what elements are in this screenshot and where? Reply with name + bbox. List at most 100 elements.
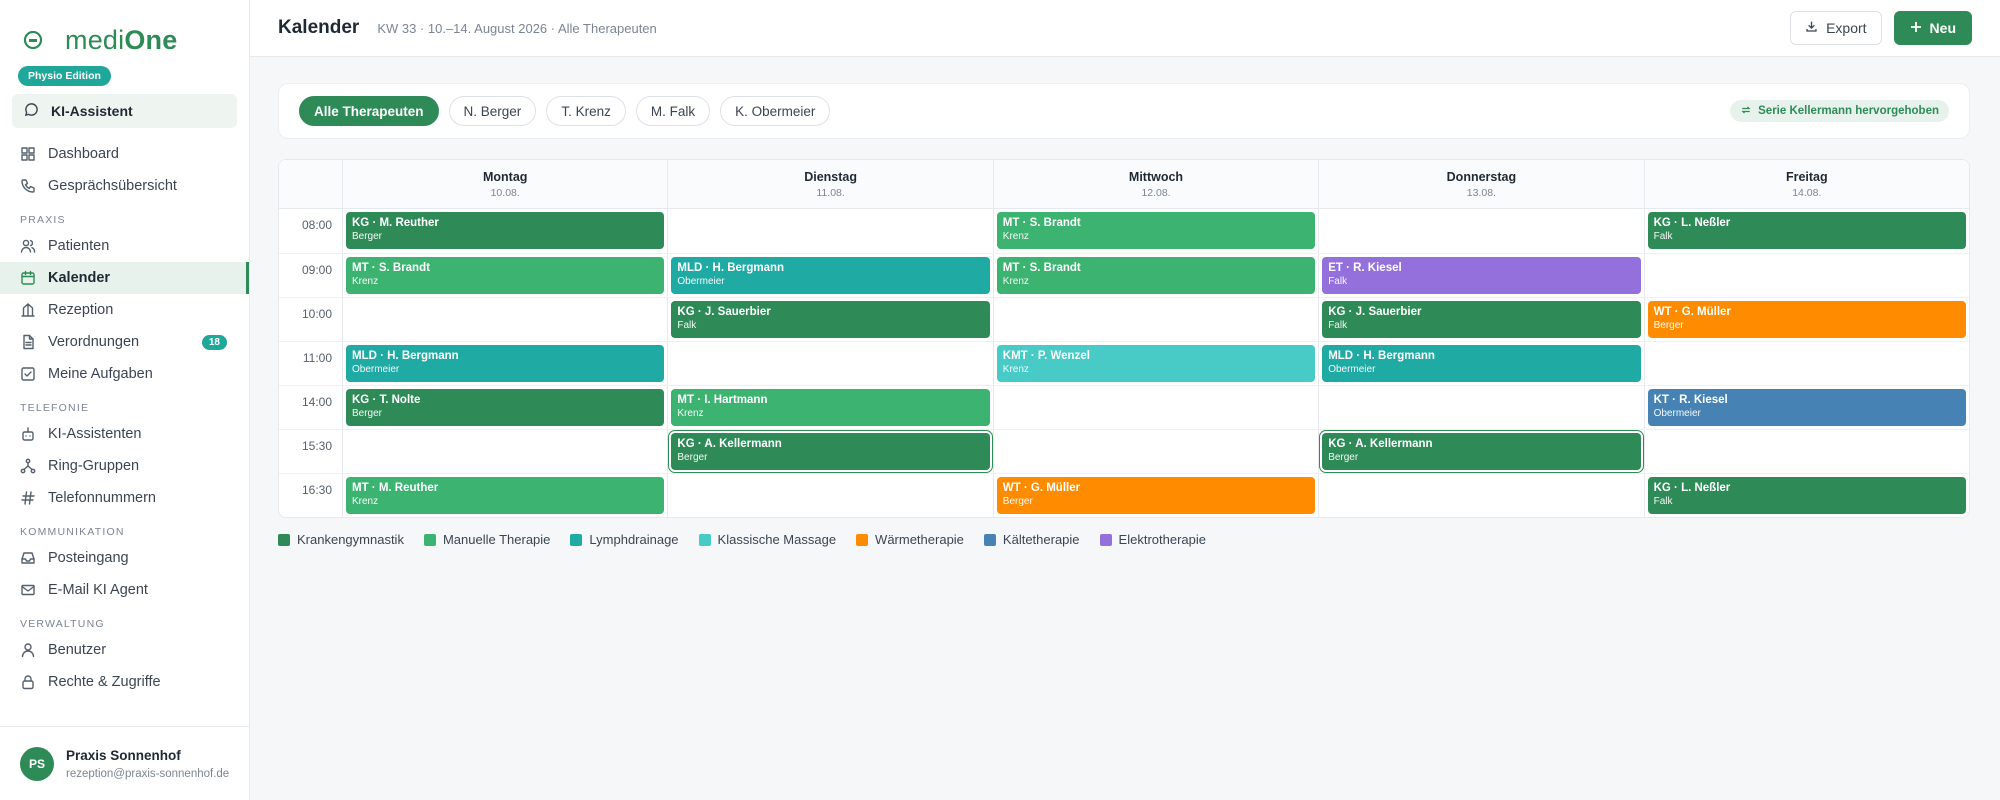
sidebar-item-patienten[interactable]: Patienten	[0, 230, 249, 262]
user-profile[interactable]: PS Praxis Sonnenhof rezeption@praxis-son…	[0, 726, 249, 800]
calendar-cell[interactable]	[667, 342, 992, 385]
calendar-cell[interactable]: MLD · H. Bergmann Obermeier	[1318, 342, 1643, 385]
sidebar-item-gespraechsuebersicht[interactable]: Gesprächsübersicht	[0, 170, 249, 202]
appointment-card[interactable]: KG · A. Kellermann Berger	[1322, 433, 1641, 470]
calendar-cell[interactable]: MT · S. Brandt Krenz	[992, 254, 1318, 297]
filter-chip-t-krenz[interactable]: T. Krenz	[546, 96, 626, 126]
sidebar-item-kalender[interactable]: Kalender	[0, 262, 249, 294]
calendar-cell[interactable]: KG · L. Neßler Falk	[1643, 474, 1969, 517]
appointment-card[interactable]: KG · L. Neßler Falk	[1647, 477, 1966, 514]
series-highlight-tag[interactable]: Serie Kellermann hervorgehoben	[1730, 100, 1949, 122]
calendar-cell[interactable]	[667, 209, 992, 253]
calendar-cell[interactable]: KG · M. Reuther Berger	[342, 209, 667, 253]
calendar-cell[interactable]	[1318, 386, 1643, 429]
calendar-cell[interactable]	[1643, 430, 1969, 473]
checkbox-icon	[20, 366, 36, 382]
calendar-cell[interactable]	[992, 430, 1318, 473]
sidebar-item-verordnungen[interactable]: Verordnungen 18	[0, 326, 249, 358]
filter-chip-n-berger[interactable]: N. Berger	[448, 96, 537, 126]
sidebar-item-label: Verordnungen	[48, 334, 140, 350]
legend-swatch	[856, 533, 869, 546]
calendar-cell[interactable]: ET · R. Kiesel Falk	[1318, 254, 1643, 297]
appointment-card[interactable]: WT · G. Müller Berger	[1647, 301, 1966, 338]
sidebar-item-posteingang[interactable]: Posteingang	[0, 542, 249, 574]
calendar-cell[interactable]	[992, 298, 1318, 341]
filter-chip-alle-therapeuten[interactable]: Alle Therapeuten	[299, 96, 439, 126]
appointment-title: WT · G. Müller	[1653, 306, 1731, 318]
calendar-cell[interactable]: KG · A. Kellermann Berger	[1318, 430, 1643, 473]
sidebar-item-e-mail-ki-agent[interactable]: E-Mail KI Agent	[0, 574, 249, 606]
calendar-cell[interactable]: MT · M. Reuther Krenz	[342, 474, 667, 517]
appointment-card[interactable]: KG · J. Sauerbier Falk	[671, 301, 990, 338]
calendar-cell[interactable]	[342, 298, 667, 341]
calendar-cell[interactable]: KG · T. Nolte Berger	[342, 386, 667, 429]
appointment-card[interactable]: MT · S. Brandt Krenz	[346, 257, 665, 294]
sidebar-item-ki-assistenten[interactable]: KI-Assistenten	[0, 418, 249, 450]
appointment-therapist: Obermeier	[677, 276, 725, 287]
hash-icon	[20, 490, 36, 506]
calendar-cell[interactable]	[1643, 254, 1969, 297]
appointment-card[interactable]: MT · S. Brandt Krenz	[996, 212, 1316, 249]
filter-chip-m-falk[interactable]: M. Falk	[635, 96, 711, 126]
calendar-cell[interactable]	[342, 430, 667, 473]
appointment-card[interactable]: MT · I. Hartmann Krenz	[671, 389, 990, 426]
appointment-card[interactable]: KG · M. Reuther Berger	[346, 212, 665, 249]
appointment-card[interactable]: WT · G. Müller Berger	[996, 477, 1316, 514]
sidebar-item-rechte-zugriffe[interactable]: Rechte & Zugriffe	[0, 666, 249, 698]
sidebar-item-benutzer[interactable]: Benutzer	[0, 634, 249, 666]
filter-chip-k-obermeier[interactable]: K. Obermeier	[720, 96, 831, 126]
appointment-card[interactable]: MT · S. Brandt Krenz	[996, 257, 1316, 294]
calendar-cell[interactable]: KMT · P. Wenzel Krenz	[992, 342, 1318, 385]
sidebar-item-rezeption[interactable]: Rezeption	[0, 294, 249, 326]
appointment-card[interactable]: MLD · H. Bergmann Obermeier	[1322, 345, 1641, 382]
sidebar-item-telefonnummern[interactable]: Telefonnummern	[0, 482, 249, 514]
appointment-card[interactable]: KG · L. Neßler Falk	[1647, 212, 1966, 249]
app-window: mediOne Physio Edition KI-Assistent Dash…	[0, 0, 2000, 800]
sidebar-item-label: Kalender	[48, 270, 111, 286]
appointment-card[interactable]: KG · T. Nolte Berger	[346, 389, 665, 426]
calendar-cell[interactable]: KG · J. Sauerbier Falk	[667, 298, 992, 341]
appointment-therapist: Falk	[1653, 231, 1673, 242]
legend-label: Elektrotherapie	[1118, 532, 1206, 547]
calendar-cell[interactable]	[667, 474, 992, 517]
page-title: Kalender	[278, 17, 360, 38]
calendar-cell[interactable]: KT · R. Kiesel Obermeier	[1643, 386, 1969, 429]
sidebar: mediOne Physio Edition KI-Assistent Dash…	[0, 0, 250, 800]
appointment-card[interactable]: KG · A. Kellermann Berger	[671, 433, 990, 470]
calendar-cell[interactable]: KG · J. Sauerbier Falk	[1318, 298, 1643, 341]
calendar-cell[interactable]	[992, 386, 1318, 429]
calendar-cell[interactable]: KG · A. Kellermann Berger	[667, 430, 992, 473]
sidebar-item-meine-aufgaben[interactable]: Meine Aufgaben	[0, 358, 249, 390]
logo[interactable]: mediOne	[0, 0, 249, 58]
calendar-cell[interactable]: MT · S. Brandt Krenz	[342, 254, 667, 297]
lock-icon	[20, 674, 36, 690]
appointment-card[interactable]: KG · J. Sauerbier Falk	[1322, 301, 1641, 338]
legend-item-lymphdrainage: Lymphdrainage	[570, 532, 679, 547]
appointment-card[interactable]: KMT · P. Wenzel Krenz	[996, 345, 1316, 382]
appointment-card[interactable]: ET · R. Kiesel Falk	[1322, 257, 1641, 294]
ki-assistant-button[interactable]: KI-Assistent	[12, 94, 237, 128]
time-column-header	[279, 160, 342, 208]
calendar-cell[interactable]: KG · L. Neßler Falk	[1643, 209, 1969, 253]
chat-bubble-icon	[24, 102, 39, 120]
appointment-card[interactable]: MLD · H. Bergmann Obermeier	[671, 257, 990, 294]
appointment-therapist: Falk	[1653, 496, 1673, 507]
day-header-montag: Montag 10.08.	[342, 160, 667, 208]
calendar-cell[interactable]: MLD · H. Bergmann Obermeier	[342, 342, 667, 385]
export-button[interactable]: Export	[1790, 11, 1882, 45]
calendar-cell[interactable]: WT · G. Müller Berger	[992, 474, 1318, 517]
sidebar-item-dashboard[interactable]: Dashboard	[0, 138, 249, 170]
calendar-cell[interactable]: MT · I. Hartmann Krenz	[667, 386, 992, 429]
calendar-cell[interactable]	[1318, 474, 1643, 517]
calendar-cell[interactable]: MT · S. Brandt Krenz	[992, 209, 1318, 253]
new-appointment-button[interactable]: Neu	[1893, 11, 1972, 45]
sidebar-item-ring-gruppen[interactable]: Ring-Gruppen	[0, 450, 249, 482]
calendar-cell[interactable]: MLD · H. Bergmann Obermeier	[667, 254, 992, 297]
calendar-cell[interactable]: WT · G. Müller Berger	[1643, 298, 1969, 341]
calendar-cell[interactable]	[1643, 342, 1969, 385]
appointment-card[interactable]: KT · R. Kiesel Obermeier	[1647, 389, 1966, 426]
calendar-cell[interactable]	[1318, 209, 1643, 253]
appointment-card[interactable]: MT · M. Reuther Krenz	[346, 477, 665, 514]
appointment-card[interactable]: MLD · H. Bergmann Obermeier	[346, 345, 665, 382]
day-date: 10.08.	[490, 186, 520, 199]
